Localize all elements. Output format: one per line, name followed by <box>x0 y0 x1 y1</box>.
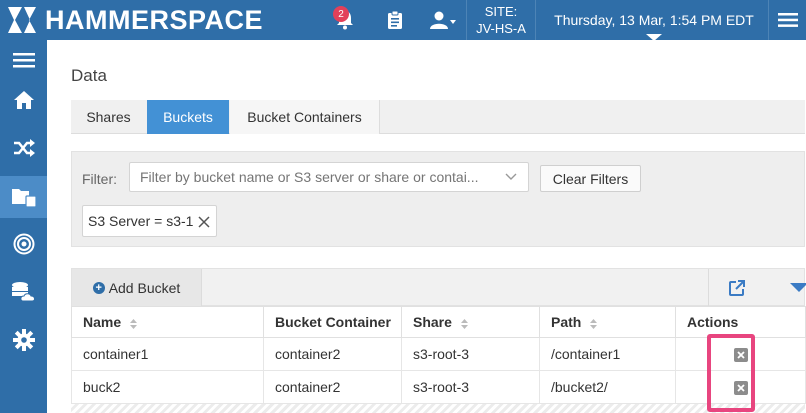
files-icon[interactable] <box>0 176 47 218</box>
table-header-row: Name Bucket Container Share Path Actions <box>71 306 806 338</box>
hammerspace-logo-icon <box>0 0 44 40</box>
filter-label: Filter: <box>82 171 117 187</box>
cell-path: /bucket2/ <box>539 370 676 404</box>
tab-bar: Shares Buckets Bucket Containers <box>71 100 805 134</box>
cell-name: container1 <box>71 337 264 371</box>
home-icon[interactable] <box>0 80 47 120</box>
shuffle-icon[interactable] <box>0 128 47 168</box>
column-header-bucket-container[interactable]: Bucket Container <box>263 306 402 338</box>
site-label: SITE: <box>484 4 518 19</box>
column-header-path[interactable]: Path <box>539 306 676 338</box>
gear-icon[interactable] <box>0 320 47 360</box>
user-menu-icon[interactable] <box>428 0 458 40</box>
remove-filter-icon[interactable] <box>198 215 210 228</box>
buckets-table: Name Bucket Container Share Path Actions… <box>71 306 806 404</box>
site-indicator: SITE: JV-HS-A <box>466 0 536 40</box>
filter-panel: Filter: Clear Filters S3 Server = s3-1 <box>71 151 805 247</box>
add-bucket-button[interactable]: + Add Bucket <box>72 269 202 306</box>
top-bar: HAMMERSPACE 2 SITE: JV-HS-A Thursday, 13… <box>0 0 806 41</box>
delete-icon[interactable] <box>733 348 748 363</box>
page-title: Data <box>71 66 107 85</box>
chevron-down-icon[interactable] <box>504 169 518 183</box>
loading-row-placeholder <box>71 404 805 413</box>
cell-bucket-container: container2 <box>263 337 402 371</box>
export-icon[interactable] <box>708 269 764 306</box>
tab-buckets[interactable]: Buckets <box>147 100 229 134</box>
table-row[interactable]: buck2 container2 s3-root-3 /bucket2/ <box>71 370 806 404</box>
filter-chip: S3 Server = s3-1 <box>82 205 217 237</box>
column-header-actions: Actions <box>675 306 806 338</box>
site-name: JV-HS-A <box>476 21 526 36</box>
grid-toolbar: + Add Bucket <box>71 268 806 306</box>
cell-path: /container1 <box>539 337 676 371</box>
filter-input[interactable] <box>129 162 529 192</box>
sidebar <box>0 40 47 413</box>
clipboard-icon[interactable] <box>384 0 406 40</box>
target-icon[interactable] <box>0 224 47 264</box>
columns-dropdown-caret-icon[interactable] <box>790 283 806 292</box>
sort-icon <box>460 317 469 330</box>
filter-chip-label: S3 Server = s3-1 <box>88 213 194 229</box>
delete-icon[interactable] <box>733 381 748 396</box>
cloud-storage-icon[interactable] <box>0 272 47 312</box>
tab-bucket-containers[interactable]: Bucket Containers <box>230 100 380 134</box>
tab-shares[interactable]: Shares <box>71 100 146 134</box>
sort-icon <box>129 317 138 330</box>
main-menu-icon[interactable] <box>768 0 806 40</box>
sidebar-hamburger-icon[interactable] <box>0 40 47 80</box>
cell-actions <box>675 337 806 371</box>
cell-actions <box>675 370 806 404</box>
cell-name: buck2 <box>71 370 264 404</box>
column-header-share[interactable]: Share <box>401 306 540 338</box>
sort-icon <box>589 317 598 330</box>
notification-badge: 2 <box>333 6 349 22</box>
clear-filters-button[interactable]: Clear Filters <box>540 165 641 192</box>
logo[interactable]: HAMMERSPACE <box>0 0 263 40</box>
table-row[interactable]: container1 container2 s3-root-3 /contain… <box>71 337 806 371</box>
cell-share: s3-root-3 <box>401 337 540 371</box>
plus-circle-icon: + <box>92 281 105 294</box>
cell-share: s3-root-3 <box>401 370 540 404</box>
add-bucket-label: Add Bucket <box>108 279 181 296</box>
column-header-name[interactable]: Name <box>71 306 264 338</box>
cell-bucket-container: container2 <box>263 370 402 404</box>
main-content: Data Shares Buckets Bucket Containers Fi… <box>47 40 806 413</box>
brand-name: HAMMERSPACE <box>45 4 264 35</box>
